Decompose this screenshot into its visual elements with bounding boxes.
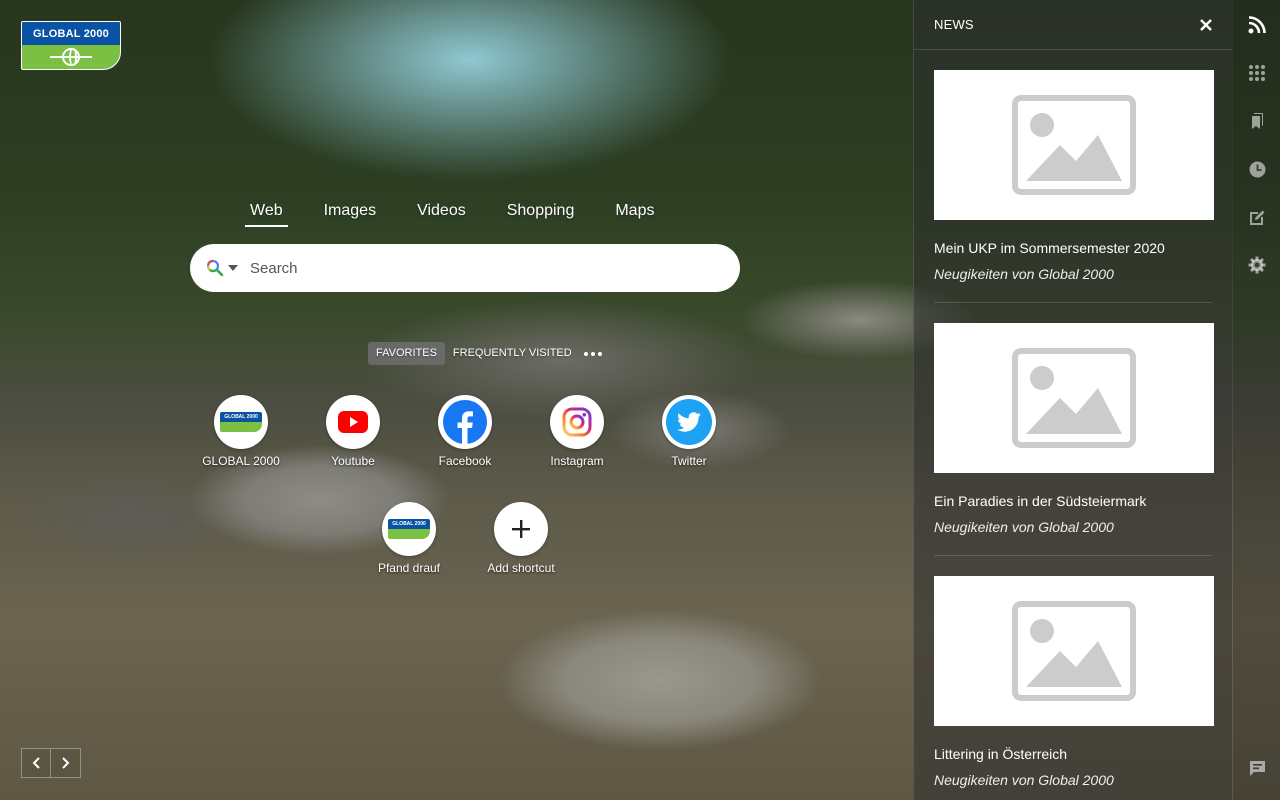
global2000-logo-icon: GLOBAL 2000: [388, 519, 430, 539]
news-source: Neugikeiten von Global 2000: [934, 519, 1114, 535]
shortcut-label: GLOBAL 2000: [202, 454, 280, 468]
clock-icon: [1249, 161, 1265, 177]
settings-button[interactable]: [1247, 255, 1267, 275]
gear-icon: [1248, 256, 1266, 274]
youtube-icon: [338, 411, 368, 433]
shortcut-twitter[interactable]: Twitter: [639, 395, 739, 468]
shortcut-label: Instagram: [550, 454, 604, 468]
twitter-icon: [666, 399, 712, 445]
news-panel: NEWS Mein UKP im Sommersemester 2020 Neu…: [913, 0, 1232, 800]
close-icon: [1200, 18, 1212, 31]
news-item[interactable]: Littering in Österreich Neugikeiten von …: [934, 576, 1214, 800]
shortcut-facebook[interactable]: Facebook: [415, 395, 515, 468]
news-headline: Mein UKP im Sommersemester 2020: [934, 240, 1165, 256]
news-source: Neugikeiten von Global 2000: [934, 772, 1114, 788]
instagram-icon: [562, 407, 592, 437]
news-headline: Ein Paradies in der Südsteiermark: [934, 493, 1147, 509]
tab-images[interactable]: Images: [324, 202, 376, 227]
notes-button[interactable]: [1247, 207, 1267, 227]
shortcut-label: Pfand drauf: [377, 561, 441, 575]
feedback-button[interactable]: [1247, 758, 1267, 778]
news-source: Neugikeiten von Global 2000: [934, 266, 1114, 282]
bookmarks-icon: [1252, 113, 1263, 129]
news-header: NEWS: [914, 0, 1232, 50]
news-title: NEWS: [934, 17, 974, 32]
tab-videos[interactable]: Videos: [417, 202, 466, 227]
tab-favorites[interactable]: FAVORITES: [368, 342, 445, 365]
history-button[interactable]: [1247, 159, 1267, 179]
previous-background-button[interactable]: [21, 748, 51, 778]
shortcut-youtube[interactable]: Youtube: [303, 395, 403, 468]
more-options-icon[interactable]: [583, 351, 602, 356]
image-placeholder-icon: [1012, 601, 1136, 701]
shortcut-label: Twitter: [671, 454, 707, 468]
search-engine-icon: [206, 259, 224, 277]
facebook-icon: [443, 400, 487, 444]
shortcut-label: Youtube: [331, 454, 375, 468]
apps-button[interactable]: [1247, 63, 1267, 83]
bookmarks-button[interactable]: [1247, 111, 1267, 131]
news-image: [934, 70, 1214, 220]
shortcut-pfand-drauf[interactable]: GLOBAL 2000 Pfand drauf: [359, 502, 459, 575]
apps-grid-icon: [1249, 65, 1265, 81]
shortcut-label: Add shortcut: [487, 561, 555, 575]
add-shortcut-button[interactable]: Add shortcut: [471, 502, 571, 575]
news-image: [934, 323, 1214, 473]
chevron-down-icon: [228, 265, 238, 271]
search-input[interactable]: [250, 259, 700, 277]
news-image: [934, 576, 1214, 726]
image-placeholder-icon: [1012, 95, 1136, 195]
global2000-logo-icon: GLOBAL 2000: [220, 412, 262, 432]
shortcut-tabs: FAVORITES FREQUENTLY VISITED: [368, 342, 602, 365]
shortcut-instagram[interactable]: Instagram: [527, 395, 627, 468]
news-headline: Littering in Österreich: [934, 746, 1068, 762]
next-background-button[interactable]: [51, 748, 81, 778]
chevron-left-icon: [32, 757, 40, 769]
globe-icon: [50, 48, 92, 66]
tab-frequently-visited[interactable]: FREQUENTLY VISITED: [445, 342, 580, 365]
chevron-right-icon: [61, 757, 69, 769]
search-engine-selector[interactable]: [206, 259, 238, 277]
shortcut-label: Facebook: [438, 454, 492, 468]
shortcut-global2000[interactable]: GLOBAL 2000 GLOBAL 2000: [191, 395, 291, 468]
background-navigation: [21, 748, 81, 778]
feedback-icon: [1249, 760, 1265, 776]
tab-shopping[interactable]: Shopping: [507, 202, 575, 227]
news-feed-button[interactable]: [1247, 15, 1267, 35]
search-box: [190, 244, 740, 292]
news-item[interactable]: Ein Paradies in der Südsteiermark Neugik…: [934, 323, 1214, 556]
logo-text: GLOBAL 2000: [22, 22, 120, 45]
edit-note-icon: [1249, 210, 1264, 225]
plus-icon: [512, 520, 530, 538]
news-item[interactable]: Mein UKP im Sommersemester 2020 Neugikei…: [934, 70, 1214, 303]
tab-web[interactable]: Web: [245, 202, 288, 227]
search-type-tabs: Web Images Videos Shopping Maps: [245, 202, 695, 227]
image-placeholder-icon: [1012, 348, 1136, 448]
global2000-logo[interactable]: GLOBAL 2000: [21, 21, 121, 70]
rss-icon: [1248, 16, 1266, 34]
close-news-button[interactable]: [1200, 18, 1212, 31]
tab-maps[interactable]: Maps: [615, 202, 654, 227]
right-sidebar: [1233, 0, 1280, 800]
